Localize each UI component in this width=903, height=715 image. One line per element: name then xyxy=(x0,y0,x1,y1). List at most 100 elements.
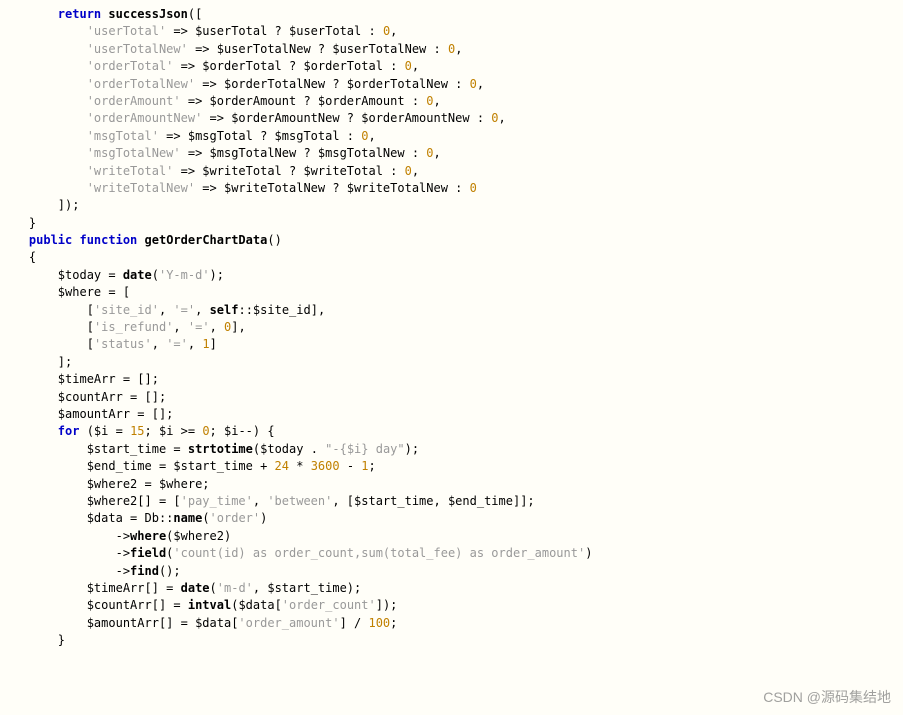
token-p: $amountArr = []; xyxy=(58,407,174,421)
token-p: $today = xyxy=(58,268,123,282)
token-p: ( xyxy=(210,581,217,595)
code-line: 'msgTotal' => $msgTotal ? $msgTotal : 0, xyxy=(0,128,903,145)
token-s: 'm-d' xyxy=(217,581,253,595)
token-p: ) xyxy=(585,546,592,560)
code-line: $where = [ xyxy=(0,284,903,301)
code-line: } xyxy=(0,632,903,649)
token-p: ; xyxy=(390,616,397,630)
token-p: $where = [ xyxy=(58,285,130,299)
code-line: ['site_id', '=', self::$site_id], xyxy=(0,302,903,319)
token-p: , xyxy=(253,494,267,508)
code-line: $end_time = $start_time + 24 * 3600 - 1; xyxy=(0,458,903,475)
token-n: 100 xyxy=(368,616,390,630)
code-line: 'userTotalNew' => $userTotalNew ? $userT… xyxy=(0,41,903,58)
code-line: return successJson([ xyxy=(0,6,903,23)
token-p: ); xyxy=(210,268,224,282)
token-p: * xyxy=(289,459,311,473)
token-p: ($data[ xyxy=(231,598,282,612)
token-s: 'order_count' xyxy=(282,598,376,612)
token-p: -> xyxy=(116,529,130,543)
token-s: 'site_id' xyxy=(94,303,159,317)
token-p: => $orderTotalNew ? $orderTotalNew : xyxy=(195,77,470,91)
code-line: 'orderAmount' => $orderAmount ? $orderAm… xyxy=(0,93,903,110)
token-p: -> xyxy=(116,546,130,560)
token-p: ] xyxy=(210,337,217,351)
token-p: ] / xyxy=(340,616,369,630)
token-fn: strtotime xyxy=(188,442,253,456)
token-s: 'count(id) as order_count,sum(total_fee)… xyxy=(173,546,585,560)
token-fn: field xyxy=(130,546,166,560)
token-p: [ xyxy=(87,320,94,334)
token-n: 0 xyxy=(470,77,477,91)
token-fn: find xyxy=(130,564,159,578)
code-line: { xyxy=(0,249,903,266)
token-n: 15 xyxy=(130,424,144,438)
token-p: , xyxy=(412,59,419,73)
token-p xyxy=(137,233,144,247)
token-n: 0 xyxy=(426,146,433,160)
token-n: 1 xyxy=(202,337,209,351)
code-line: 'msgTotalNew' => $msgTotalNew ? $msgTota… xyxy=(0,145,903,162)
code-line: ['is_refund', '=', 0], xyxy=(0,319,903,336)
code-line: ['status', '=', 1] xyxy=(0,336,903,353)
token-n: 0 xyxy=(426,94,433,108)
token-s: 'between' xyxy=(267,494,332,508)
token-fn: getOrderChartData xyxy=(145,233,268,247)
token-p: $where2[] = [ xyxy=(87,494,181,508)
token-p: $countArr = []; xyxy=(58,390,166,404)
token-p: $timeArr = []; xyxy=(58,372,159,386)
token-p: , xyxy=(152,337,166,351)
code-line: $timeArr = []; xyxy=(0,371,903,388)
code-line: 'writeTotalNew' => $writeTotalNew ? $wri… xyxy=(0,180,903,197)
token-p: , $start_time); xyxy=(253,581,361,595)
token-fn: date xyxy=(181,581,210,595)
token-p: ]; xyxy=(58,355,72,369)
token-s: 'writeTotalNew' xyxy=(87,181,195,195)
token-p: => $msgTotal ? $msgTotal : xyxy=(159,129,361,143)
watermark: CSDN @源码集结地 xyxy=(763,687,891,707)
token-p: ([ xyxy=(188,7,202,21)
token-p: , xyxy=(159,303,173,317)
code-line: $countArr[] = intval($data['order_count'… xyxy=(0,597,903,614)
token-s: 'orderAmountNew' xyxy=(87,111,203,125)
token-p: $data = Db:: xyxy=(87,511,174,525)
token-p: $where2 = $where; xyxy=(87,477,210,491)
token-s: 'msgTotalNew' xyxy=(87,146,181,160)
token-s: 'writeTotal' xyxy=(87,164,174,178)
token-p: ($today . xyxy=(253,442,325,456)
token-k: public function xyxy=(29,233,137,247)
token-p: ], xyxy=(231,320,245,334)
token-s: 'msgTotal' xyxy=(87,129,159,143)
token-p: => $userTotal ? $userTotal : xyxy=(166,24,383,38)
token-p: , xyxy=(412,164,419,178)
token-p: ( xyxy=(202,511,209,525)
token-fn: where xyxy=(130,529,166,543)
token-p: () xyxy=(267,233,281,247)
token-p: ($where2) xyxy=(166,529,231,543)
token-s: 'orderTotal' xyxy=(87,59,174,73)
token-fn: date xyxy=(123,268,152,282)
token-s: '=' xyxy=(173,303,195,317)
token-p: => $orderAmount ? $orderAmount : xyxy=(181,94,427,108)
token-p: => $orderTotal ? $orderTotal : xyxy=(173,59,404,73)
token-p: (); xyxy=(159,564,181,578)
token-p: => $writeTotalNew ? $writeTotalNew : xyxy=(195,181,470,195)
token-s: 'is_refund' xyxy=(94,320,173,334)
token-s: 'userTotal' xyxy=(87,24,166,38)
token-p: ) xyxy=(260,511,267,525)
token-n: 1 xyxy=(361,459,368,473)
token-s: 'orderAmount' xyxy=(87,94,181,108)
code-line: 'orderAmountNew' => $orderAmountNew ? $o… xyxy=(0,110,903,127)
token-p: => $writeTotal ? $writeTotal : xyxy=(173,164,404,178)
token-p: ($i = xyxy=(79,424,130,438)
token-p: , xyxy=(434,94,441,108)
token-n: 0 xyxy=(202,424,209,438)
token-p: , xyxy=(173,320,187,334)
token-p: , xyxy=(210,320,224,334)
token-s: 'order' xyxy=(210,511,261,525)
code-line: 'userTotal' => $userTotal ? $userTotal :… xyxy=(0,23,903,40)
code-line: $where2 = $where; xyxy=(0,476,903,493)
token-fn: successJson xyxy=(108,7,187,21)
code-line: $timeArr[] = date('m-d', $start_time); xyxy=(0,580,903,597)
code-line: $today = date('Y-m-d'); xyxy=(0,267,903,284)
